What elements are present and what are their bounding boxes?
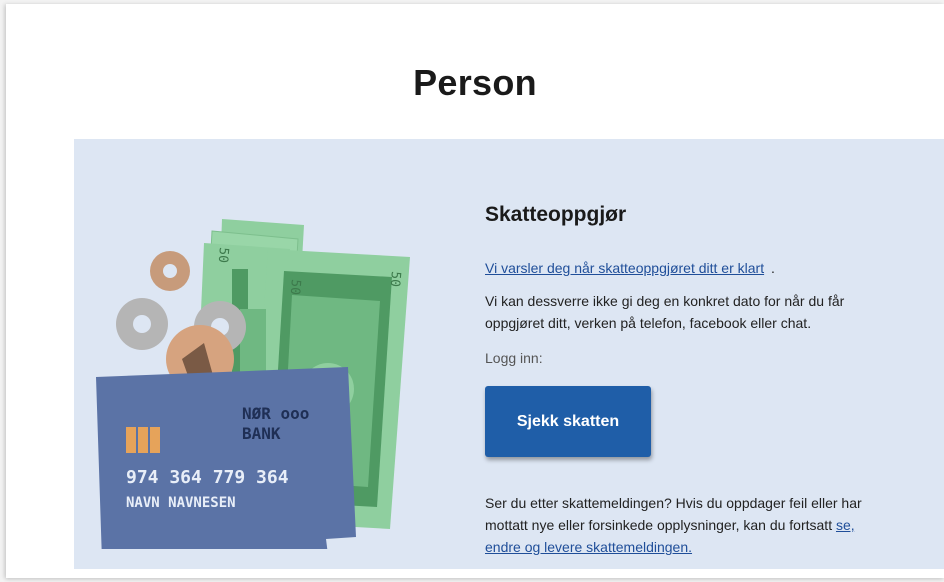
footer-text: Ser du etter skattemeldingen? Hvis du op… xyxy=(485,492,885,558)
notify-link[interactable]: Vi varsler deg når skatteoppgjøret ditt … xyxy=(485,260,764,276)
svg-text:974 364 779 364: 974 364 779 364 xyxy=(126,467,289,488)
page-title: Person xyxy=(413,62,537,104)
money-card-illustration: 50 50 50 NØR ooo BANK 974 364 779 364 NA… xyxy=(96,219,410,549)
notify-link-suffix: . xyxy=(771,260,775,276)
svg-text:50: 50 xyxy=(287,279,303,296)
svg-text:50: 50 xyxy=(387,271,403,288)
tax-settlement-panel: 50 50 50 NØR ooo BANK 974 364 779 364 NA… xyxy=(74,139,944,569)
bank-card: NØR ooo BANK 974 364 779 364 NAVN NAVNES… xyxy=(96,367,356,549)
footer-text-body: Ser du etter skattemeldingen? Hvis du op… xyxy=(485,495,862,533)
login-label: Logg inn: xyxy=(485,350,543,366)
check-tax-button[interactable]: Sjekk skatten xyxy=(485,386,651,457)
svg-text:NØR ooo: NØR ooo xyxy=(242,404,309,423)
page-frame: Person 50 50 50 NØR ooo BANK 974 364 779… xyxy=(6,4,944,578)
svg-text:BANK: BANK xyxy=(242,424,281,443)
svg-text:50: 50 xyxy=(215,247,231,264)
svg-text:NAVN NAVNESEN: NAVN NAVNESEN xyxy=(126,495,236,511)
card-title: Skatteoppgjør xyxy=(485,203,627,226)
description-text: Vi kan dessverre ikke gi deg en konkret … xyxy=(485,293,845,331)
